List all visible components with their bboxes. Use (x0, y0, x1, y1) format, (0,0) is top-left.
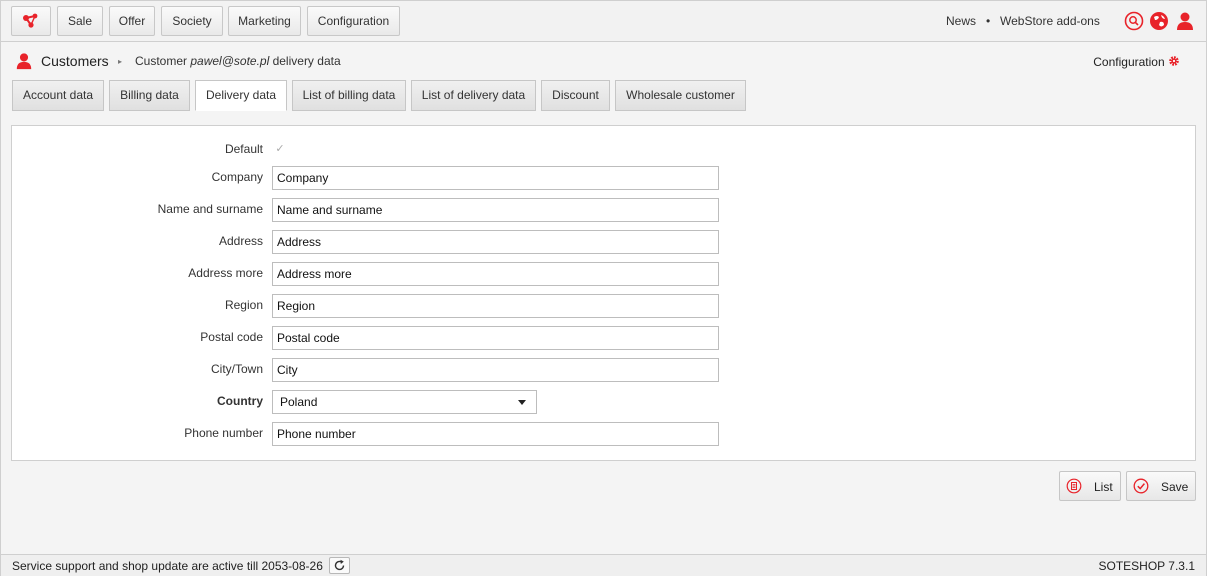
tab-wholesale-customer[interactable]: Wholesale customer (615, 80, 746, 111)
customer-email: pawel@sote.pl (190, 54, 270, 68)
tab-list-of-delivery-data[interactable]: List of delivery data (411, 80, 536, 111)
nav-configuration[interactable]: Configuration (307, 6, 400, 36)
separator-dot: • (986, 14, 991, 28)
breadcrumb-arrow-icon: ▸ (118, 57, 123, 66)
search-icon[interactable] (1124, 11, 1144, 31)
tab-delivery-data[interactable]: Delivery data (195, 80, 287, 111)
postal-code-field[interactable] (272, 326, 719, 350)
status-footer: Service support and shop update are acti… (1, 554, 1206, 576)
address-row: Address (12, 230, 1195, 254)
chevron-down-icon (518, 400, 526, 405)
company-row: Company (12, 166, 1195, 190)
webstore-addons-link[interactable]: WebStore add-ons (1000, 14, 1100, 28)
globe-icon[interactable] (1149, 11, 1169, 31)
customer-icon (16, 53, 32, 70)
address-label: Address (218, 234, 263, 248)
phone-field[interactable] (272, 422, 719, 446)
country-label: Country (217, 394, 263, 408)
nav-sale[interactable]: Sale (57, 6, 103, 36)
city-field[interactable] (272, 358, 719, 382)
page-title[interactable]: Customers (41, 53, 109, 69)
user-icon[interactable] (1175, 11, 1195, 31)
breadcrumb-current: Customer pawel@sote.pl delivery data (135, 54, 341, 68)
list-icon (1066, 478, 1082, 494)
city-label: City/Town (210, 362, 263, 376)
nav-society[interactable]: Society (161, 6, 223, 36)
service-status-text: Service support and shop update are acti… (12, 559, 323, 573)
save-button[interactable]: Save (1126, 471, 1196, 501)
company-label: Company (211, 170, 263, 184)
top-navigation-bar: Sale Offer Society Marketing Configurati… (1, 1, 1206, 42)
network-nodes-icon (23, 13, 38, 28)
news-link[interactable]: News (946, 14, 976, 28)
checkmark-icon (1133, 478, 1149, 494)
phone-row: Phone number (12, 422, 1195, 446)
address-more-field[interactable] (272, 262, 719, 286)
address-more-label: Address more (188, 266, 263, 280)
region-row: Region (12, 294, 1195, 318)
postal-code-label: Postal code (200, 330, 263, 344)
refresh-button[interactable] (329, 557, 350, 574)
delivery-form-panel: Default ✓ Company Name and surname Addre… (11, 125, 1196, 461)
address-more-row: Address more (12, 262, 1195, 286)
breadcrumb: Customers ▸ Customer pawel@sote.pl deliv… (1, 48, 1206, 76)
logo-button[interactable] (11, 6, 51, 36)
region-label: Region (224, 298, 263, 312)
phone-label: Phone number (184, 426, 263, 440)
configuration-link-label: Configuration (1093, 55, 1165, 69)
gear-icon (1169, 56, 1179, 66)
nav-marketing[interactable]: Marketing (228, 6, 301, 36)
name-label: Name and surname (157, 202, 263, 216)
name-field[interactable] (272, 198, 719, 222)
country-row: Country Poland (12, 390, 1195, 414)
company-field[interactable] (272, 166, 719, 190)
name-row: Name and surname (12, 198, 1195, 222)
default-checkbox[interactable]: ✓ (274, 143, 286, 155)
breadcrumb-prefix: Customer (135, 54, 191, 68)
country-select[interactable]: Poland (272, 390, 537, 414)
tab-list-of-billing-data[interactable]: List of billing data (292, 80, 406, 111)
nav-offer[interactable]: Offer (109, 6, 155, 36)
refresh-icon (334, 559, 345, 571)
tab-discount[interactable]: Discount (541, 80, 610, 111)
city-row: City/Town (12, 358, 1195, 382)
list-button[interactable]: List (1059, 471, 1121, 501)
region-field[interactable] (272, 294, 719, 318)
tab-account-data[interactable]: Account data (12, 80, 104, 111)
list-button-label: List (1094, 480, 1113, 494)
breadcrumb-suffix: delivery data (269, 54, 341, 68)
default-label: Default (224, 142, 263, 156)
country-value: Poland (280, 395, 318, 409)
postal-row: Postal code (12, 326, 1195, 350)
default-row: Default ✓ (12, 138, 1195, 162)
address-field[interactable] (272, 230, 719, 254)
tab-billing-data[interactable]: Billing data (109, 80, 190, 111)
version-label: SOTESHOP 7.3.1 (1098, 559, 1196, 573)
save-button-label: Save (1161, 480, 1189, 494)
configuration-link[interactable]: Configuration (1093, 55, 1180, 69)
